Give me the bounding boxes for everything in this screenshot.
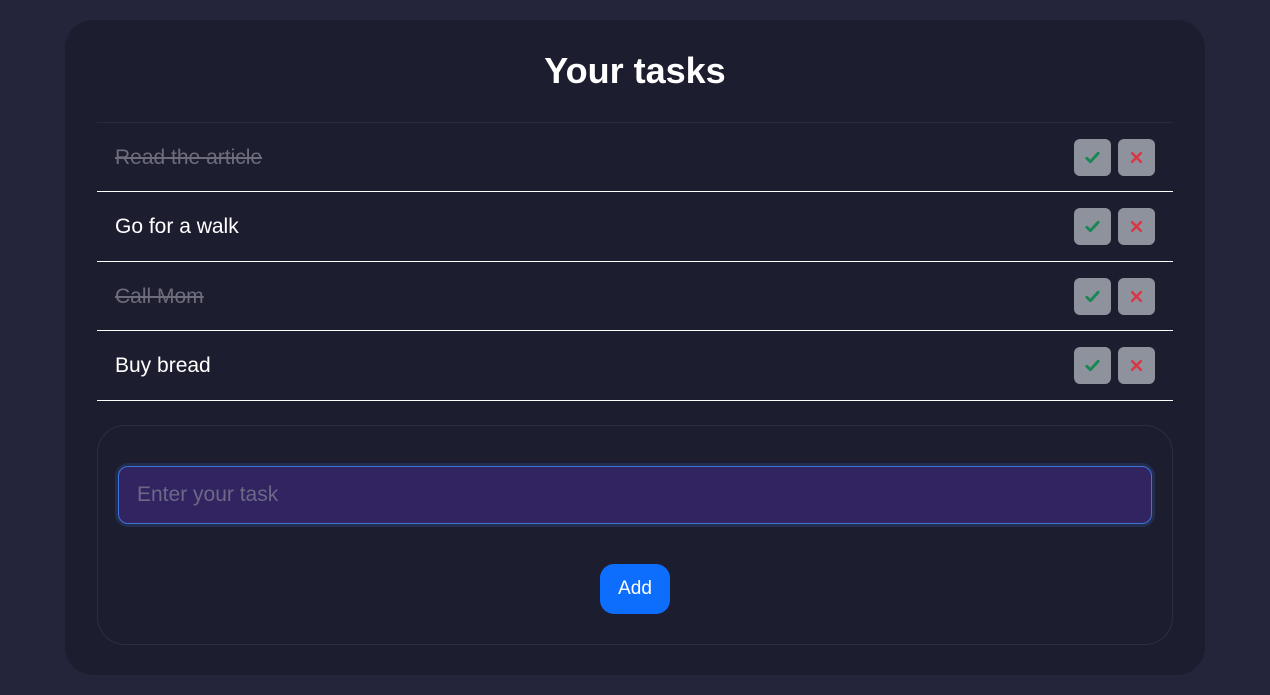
add-task-form: Add (97, 425, 1173, 645)
tasks-card: Your tasks Read the article Go for a wal… (65, 20, 1205, 675)
check-icon (1084, 218, 1101, 235)
cross-icon (1129, 150, 1144, 165)
task-label: Call Mom (115, 285, 204, 309)
task-list: Read the article Go for a walk (97, 122, 1173, 401)
delete-task-button[interactable] (1118, 208, 1155, 245)
cross-icon (1129, 219, 1144, 234)
task-actions (1074, 278, 1155, 315)
complete-task-button[interactable] (1074, 347, 1111, 384)
task-label: Buy bread (115, 354, 211, 378)
task-input[interactable] (118, 466, 1152, 524)
delete-task-button[interactable] (1118, 347, 1155, 384)
add-button[interactable]: Add (600, 564, 670, 614)
task-row: Buy bread (97, 330, 1173, 401)
cross-icon (1129, 358, 1144, 373)
task-row: Go for a walk (97, 191, 1173, 262)
check-icon (1084, 149, 1101, 166)
task-actions (1074, 208, 1155, 245)
task-row: Read the article (97, 122, 1173, 192)
complete-task-button[interactable] (1074, 208, 1111, 245)
task-label: Go for a walk (115, 215, 239, 239)
task-row: Call Mom (97, 262, 1173, 331)
task-actions (1074, 139, 1155, 176)
page-title: Your tasks (83, 50, 1187, 92)
task-label: Read the article (115, 146, 262, 170)
delete-task-button[interactable] (1118, 139, 1155, 176)
task-actions (1074, 347, 1155, 384)
check-icon (1084, 357, 1101, 374)
cross-icon (1129, 289, 1144, 304)
check-icon (1084, 288, 1101, 305)
complete-task-button[interactable] (1074, 278, 1111, 315)
delete-task-button[interactable] (1118, 278, 1155, 315)
complete-task-button[interactable] (1074, 139, 1111, 176)
